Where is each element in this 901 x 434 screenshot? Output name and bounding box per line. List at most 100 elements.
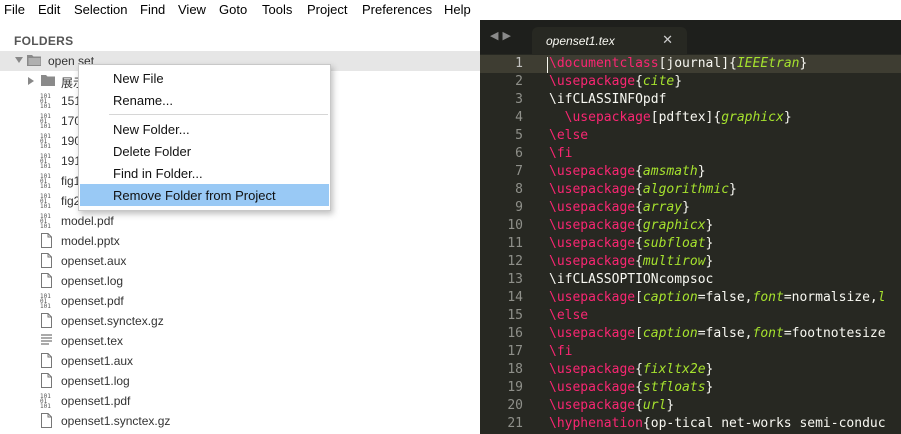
- line-number: 2: [515, 74, 523, 89]
- code-text: \usepackage{graphicx}: [549, 218, 714, 233]
- code-line[interactable]: 2 \usepackage{cite}: [480, 73, 901, 91]
- close-icon[interactable]: ✕: [662, 32, 673, 48]
- code-text: \ifCLASSOPTIONcompsoc: [549, 272, 714, 287]
- menu-view[interactable]: View: [178, 2, 206, 17]
- code-text: \usepackage{amsmath}: [549, 164, 706, 179]
- menu-help[interactable]: Help: [444, 2, 471, 17]
- line-number: 1: [515, 56, 523, 71]
- menu-tools[interactable]: Tools: [262, 2, 292, 17]
- code-line[interactable]: 11 \usepackage{subfloat}: [480, 235, 901, 253]
- code-line[interactable]: 8 \usepackage{algorithmic}: [480, 181, 901, 199]
- line-number: 7: [515, 164, 523, 179]
- code-line[interactable]: 10 \usepackage{graphicx}: [480, 217, 901, 235]
- menu-edit[interactable]: Edit: [38, 2, 60, 17]
- code-line[interactable]: 7 \usepackage{amsmath}: [480, 163, 901, 181]
- menu-find[interactable]: Find: [140, 2, 165, 17]
- file-item-label: openset1.log: [61, 374, 130, 388]
- context-menu-item-label: New File: [113, 71, 164, 86]
- context-menu-item[interactable]: New File: [80, 67, 329, 89]
- code-line[interactable]: 19 \usepackage{stfloats}: [480, 379, 901, 397]
- binary-file-icon: 101 01 101: [40, 133, 51, 150]
- line-number: 15: [507, 308, 523, 323]
- file-item[interactable]: openset.tex: [0, 331, 480, 351]
- file-item[interactable]: 101 01 101 openset1.pdf: [0, 391, 480, 411]
- menu-goto[interactable]: Goto: [219, 2, 247, 17]
- file-item-label: openset1.synctex.gz: [61, 414, 171, 428]
- line-number: 20: [507, 398, 523, 413]
- code-line[interactable]: 13 \ifCLASSOPTIONcompsoc: [480, 271, 901, 289]
- file-item[interactable]: openset1.aux: [0, 351, 480, 371]
- code-line[interactable]: 18 \usepackage{fixltx2e}: [480, 361, 901, 379]
- collapse-arrow-icon[interactable]: [28, 77, 34, 85]
- file-item-label: openset.aux: [61, 254, 127, 268]
- context-menu-item[interactable]: Find in Folder...: [80, 162, 329, 184]
- expand-arrow-icon[interactable]: [15, 57, 23, 63]
- code-line[interactable]: 3 \ifCLASSINFOpdf: [480, 91, 901, 109]
- line-number: 14: [507, 290, 523, 305]
- code-line[interactable]: 14 \usepackage[caption=false,font=normals…: [480, 289, 901, 307]
- line-number: 11: [507, 236, 523, 251]
- menu-project[interactable]: Project: [307, 2, 347, 17]
- menu-file[interactable]: File: [4, 2, 25, 17]
- context-menu-item-label: Delete Folder: [113, 144, 192, 159]
- file-icon: [40, 413, 53, 431]
- file-item[interactable]: model.pptx: [0, 231, 480, 251]
- file-item[interactable]: openset1.log: [0, 371, 480, 391]
- code-text: \else: [549, 308, 589, 323]
- file-item-label: model.pdf: [61, 214, 114, 228]
- code-line[interactable]: 9 \usepackage{array}: [480, 199, 901, 217]
- editor-pane: ◀▶ openset1.tex ✕ 1 \documentclass[journa…: [480, 20, 901, 434]
- file-item-label: openset.log: [61, 274, 124, 288]
- line-number: 16: [507, 326, 523, 341]
- tab-title: openset1.tex: [546, 34, 615, 48]
- code-line[interactable]: 21 \hyphenation{op-tical net-works semi-c…: [480, 415, 901, 433]
- context-menu-item[interactable]: New Folder...: [80, 118, 329, 140]
- menu-preferences[interactable]: Preferences: [362, 2, 432, 17]
- file-item[interactable]: openset.synctex.gz: [0, 311, 480, 331]
- context-menu-item[interactable]: Rename...: [80, 89, 329, 111]
- code-line[interactable]: 17 \fi: [480, 343, 901, 361]
- file-item[interactable]: 101 01 101 model.pdf: [0, 211, 480, 231]
- file-item-label: openset.pdf: [61, 294, 124, 308]
- code-text: \ifCLASSINFOpdf: [549, 92, 667, 107]
- file-item[interactable]: 101 01 101 openset.pdf: [0, 291, 480, 311]
- line-number: 8: [515, 182, 523, 197]
- file-item[interactable]: openset1.synctex.gz: [0, 411, 480, 431]
- folder-open-icon: [26, 53, 42, 70]
- file-icon: [40, 373, 53, 391]
- code-line[interactable]: 15 \else: [480, 307, 901, 325]
- tab-nav-arrows[interactable]: ◀▶: [490, 29, 515, 42]
- code-line[interactable]: 6 \fi: [480, 145, 901, 163]
- binary-file-icon: 101 01 101: [40, 293, 51, 310]
- file-icon: [40, 313, 53, 331]
- code-line[interactable]: 12 \usepackage{multirow}: [480, 253, 901, 271]
- line-number: 9: [515, 200, 523, 215]
- binary-file-icon: 101 01 101: [40, 213, 51, 230]
- file-item-label: openset.synctex.gz: [61, 314, 164, 328]
- line-number: 19: [507, 380, 523, 395]
- line-number: 4: [515, 110, 523, 125]
- line-number: 6: [515, 146, 523, 161]
- code-text: \usepackage{subfloat}: [549, 236, 714, 251]
- file-item[interactable]: openset.log: [0, 271, 480, 291]
- context-menu-item[interactable]: Delete Folder: [80, 140, 329, 162]
- code-line[interactable]: 4 \usepackage[pdftex]{graphicx}: [480, 109, 901, 127]
- file-item[interactable]: openset.aux: [0, 251, 480, 271]
- code-line[interactable]: 16 \usepackage[caption=false,font=footnot…: [480, 325, 901, 343]
- line-number: 10: [507, 218, 523, 233]
- tab-openset1[interactable]: openset1.tex ✕: [532, 27, 687, 54]
- text-file-icon: [40, 333, 53, 351]
- code-line[interactable]: 1 \documentclass[journal]{IEEEtran}: [480, 55, 901, 73]
- code-line[interactable]: 5 \else: [480, 127, 901, 145]
- file-icon: [40, 233, 53, 251]
- code-text: \fi: [549, 344, 573, 359]
- menu-selection[interactable]: Selection: [74, 2, 127, 17]
- code-text: \else: [549, 128, 589, 143]
- code-text: \hyphenation{op-tical net-works semi-con…: [549, 416, 886, 431]
- file-item-label: openset.tex: [61, 334, 124, 348]
- binary-file-icon: 101 01 101: [40, 193, 51, 210]
- line-number: 5: [515, 128, 523, 143]
- code-line[interactable]: 20 \usepackage{url}: [480, 397, 901, 415]
- context-menu-item[interactable]: Remove Folder from Project: [80, 184, 329, 206]
- file-item-label: openset1.pdf: [61, 394, 131, 408]
